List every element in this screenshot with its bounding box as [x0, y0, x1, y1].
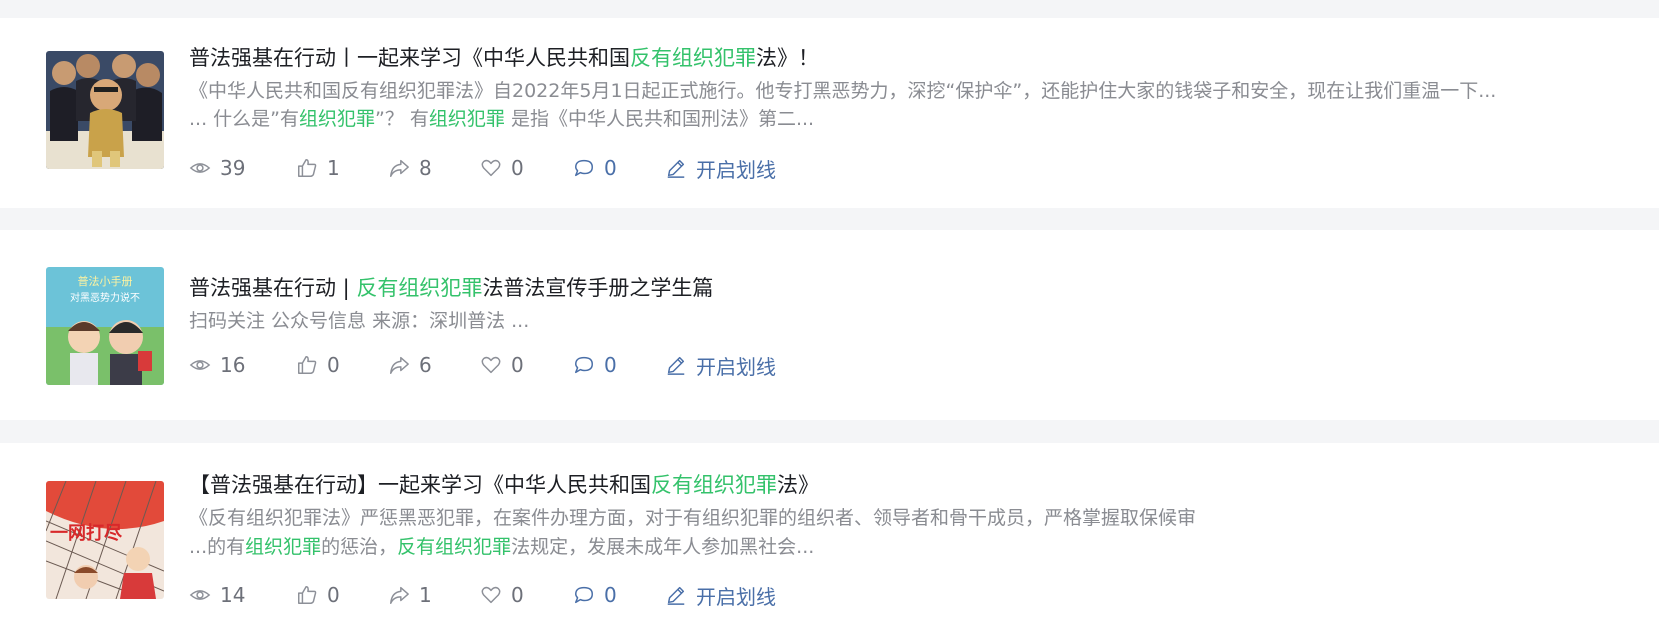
- article-thumbnail[interactable]: 普法小手册 对黑恶势力说不: [46, 267, 164, 385]
- views-stat: 14: [189, 580, 245, 610]
- shares-count: 1: [419, 583, 432, 607]
- article-thumbnail[interactable]: [46, 51, 164, 169]
- comment-bubble-icon: [575, 356, 593, 374]
- eye-icon: [189, 163, 211, 173]
- comments-count: 0: [604, 156, 617, 180]
- share-arrow-icon: [390, 586, 409, 604]
- pen-icon: [667, 356, 685, 375]
- title-text: 普法强基在行动 |: [189, 276, 357, 300]
- like-button[interactable]: 0: [296, 580, 340, 610]
- crowd-illustration-icon: [46, 51, 164, 169]
- title-keyword-highlight: 反有组织犯罪: [356, 276, 483, 300]
- pen-icon: [667, 586, 685, 605]
- like-button[interactable]: 0: [296, 350, 340, 380]
- favorite-button[interactable]: 0: [480, 580, 524, 610]
- views-count: 39: [220, 156, 246, 180]
- snippet-keyword-highlight: 反有组织犯罪: [397, 536, 512, 558]
- comment-bubble-icon: [575, 159, 593, 177]
- article-title[interactable]: 普法强基在行动丨一起来学习《中华人民共和国反有组织犯罪法》！: [189, 45, 819, 71]
- article-card[interactable]: 普法小手册 对黑恶势力说不 普法强基在行动 | 反有组织犯罪法普法宣传手册之学生…: [0, 230, 1659, 420]
- comment-button[interactable]: 0: [573, 580, 617, 610]
- likes-count: 0: [327, 583, 340, 607]
- snippet-text: ”？ 有: [375, 108, 429, 130]
- like-button[interactable]: 1: [296, 153, 340, 183]
- svg-text:普法小手册: 普法小手册: [78, 274, 133, 288]
- title-text: 法》: [777, 473, 819, 497]
- snippet-keyword-highlight: 组织犯罪: [245, 536, 322, 558]
- snippet-keyword-highlight: 组织犯罪: [428, 108, 505, 130]
- comments-count: 0: [604, 583, 617, 607]
- snippet-keyword-highlight: 组织犯罪: [299, 108, 376, 130]
- article-thumbnail[interactable]: 一网打尽: [46, 481, 164, 599]
- share-button[interactable]: 8: [388, 153, 432, 183]
- favorites-count: 0: [511, 156, 524, 180]
- article-title[interactable]: 普法强基在行动 | 反有组织犯罪法普法宣传手册之学生篇: [189, 275, 713, 301]
- thumbs-up-icon: [298, 586, 317, 604]
- share-button[interactable]: 1: [388, 580, 432, 610]
- snippet-text: 《反有组织犯罪法》严惩黑恶犯罪，在案件办理方面，对于有组织犯罪的组织者、领导者和…: [189, 507, 1197, 529]
- snippet-text: ... 什么是”有: [189, 108, 300, 130]
- highlight-toggle-button[interactable]: 开启划线: [665, 350, 776, 380]
- views-count: 14: [220, 583, 246, 607]
- svg-text:对黑恶势力说不: 对黑恶势力说不: [70, 291, 140, 304]
- article-snippet-line: 《中华人民共和国反有组织犯罪法》自2022年5月1日起正式施行。他专打黑恶势力，…: [189, 78, 1496, 104]
- favorite-button[interactable]: 0: [480, 350, 524, 380]
- views-count: 16: [220, 353, 246, 377]
- article-card[interactable]: 一网打尽 【普法强基在行动】一起来学习《中华人民共和国反有组织犯罪法》 《反有组…: [0, 443, 1659, 637]
- highlight-toggle-button[interactable]: 开启划线: [665, 580, 776, 610]
- comment-button[interactable]: 0: [573, 350, 617, 380]
- snippet-text: 扫码关注 公众号信息 来源：深圳普法 ...: [189, 310, 530, 332]
- heart-icon: [481, 159, 501, 177]
- shares-count: 8: [419, 156, 432, 180]
- thumbs-up-icon: [298, 356, 317, 374]
- snippet-text: 是指《中华人民共和国刑法》第二...: [504, 108, 815, 130]
- snippet-text: 法规定，发展未成年人参加黑社会...: [511, 536, 815, 558]
- comments-count: 0: [604, 353, 617, 377]
- highlight-toggle-label: 开启划线: [696, 584, 776, 609]
- article-snippet-line: ... 什么是”有组织犯罪”？ 有组织犯罪 是指《中华人民共和国刑法》第二...: [189, 106, 814, 132]
- eye-icon: [189, 590, 211, 600]
- favorite-button[interactable]: 0: [480, 153, 524, 183]
- title-text: 普法强基在行动丨一起来学习《中华人民共和国: [189, 46, 630, 70]
- thumbs-up-icon: [298, 159, 317, 177]
- red-net-illustration-icon: 一网打尽: [46, 481, 164, 599]
- share-arrow-icon: [390, 356, 409, 374]
- highlight-toggle-button[interactable]: 开启划线: [665, 153, 776, 183]
- snippet-text: 《中华人民共和国反有组织犯罪法》自2022年5月1日起正式施行。他专打黑恶势力，…: [189, 80, 1497, 102]
- highlight-toggle-label: 开启划线: [696, 354, 776, 379]
- snippet-text: ...的有: [189, 536, 246, 558]
- highlight-toggle-label: 开启划线: [696, 157, 776, 182]
- snippet-text: 的惩治，: [321, 536, 398, 558]
- pen-icon: [667, 159, 685, 178]
- views-stat: 16: [189, 350, 245, 380]
- article-snippet-line: 扫码关注 公众号信息 来源：深圳普法 ...: [189, 308, 529, 334]
- article-snippet-line: 《反有组织犯罪法》严惩黑恶犯罪，在案件办理方面，对于有组织犯罪的组织者、领导者和…: [189, 505, 1196, 531]
- svg-text:一网打尽: 一网打尽: [50, 522, 123, 544]
- shares-count: 6: [419, 353, 432, 377]
- title-text: 法普法宣传手册之学生篇: [482, 276, 714, 300]
- title-keyword-highlight: 反有组织犯罪: [651, 473, 777, 497]
- eye-icon: [189, 360, 211, 370]
- cartoon-students-illustration-icon: 普法小手册 对黑恶势力说不: [46, 267, 164, 385]
- title-keyword-highlight: 反有组织犯罪: [630, 46, 756, 70]
- heart-icon: [481, 586, 501, 604]
- favorites-count: 0: [511, 353, 524, 377]
- title-text: 法》！: [756, 46, 819, 70]
- share-arrow-icon: [390, 159, 409, 177]
- article-title[interactable]: 【普法强基在行动】一起来学习《中华人民共和国反有组织犯罪法》: [189, 472, 819, 498]
- article-card[interactable]: 普法强基在行动丨一起来学习《中华人民共和国反有组织犯罪法》！ 《中华人民共和国反…: [0, 18, 1659, 208]
- likes-count: 0: [327, 353, 340, 377]
- favorites-count: 0: [511, 583, 524, 607]
- share-button[interactable]: 6: [388, 350, 432, 380]
- likes-count: 1: [327, 156, 340, 180]
- views-stat: 39: [189, 153, 245, 183]
- comment-bubble-icon: [575, 586, 593, 604]
- heart-icon: [481, 356, 501, 374]
- article-snippet-line: ...的有组织犯罪的惩治，反有组织犯罪法规定，发展未成年人参加黑社会...: [189, 534, 814, 560]
- title-text: 【普法强基在行动】一起来学习《中华人民共和国: [189, 473, 651, 497]
- comment-button[interactable]: 0: [573, 153, 617, 183]
